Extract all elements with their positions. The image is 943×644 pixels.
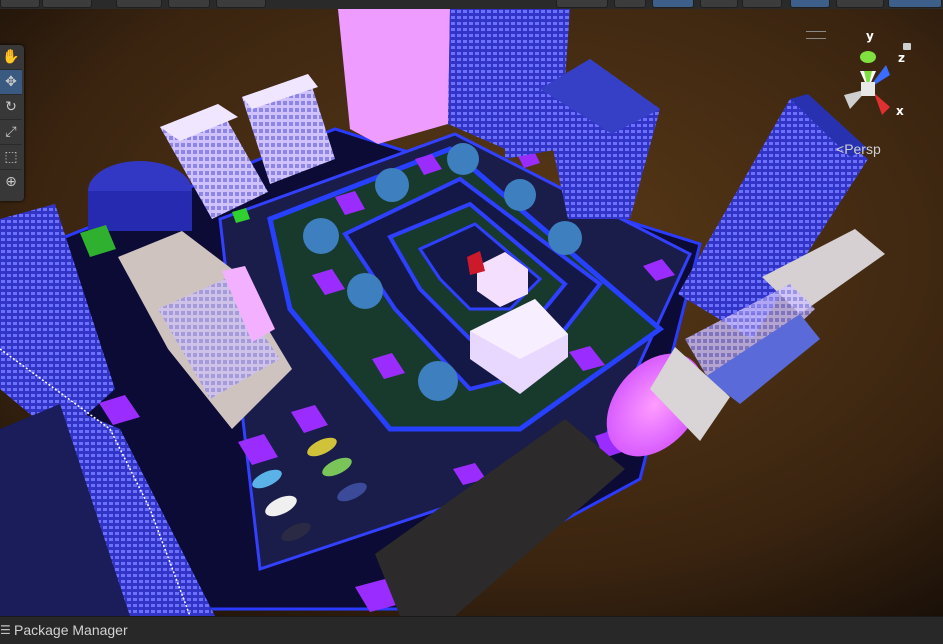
toolbar-button[interactable] xyxy=(652,0,694,8)
projection-label: Persp xyxy=(844,141,881,157)
scene-viewport[interactable]: ✋ ✥ ↻ ⤢ ⬚ ⊕ y z x <Persp xyxy=(0,9,943,616)
rect-tool-icon[interactable]: ⬚ xyxy=(0,145,22,170)
projection-icon: < xyxy=(836,141,845,157)
city-scene xyxy=(0,9,943,616)
toolbar-button[interactable] xyxy=(888,0,942,8)
scale-tool-icon[interactable]: ⤢ xyxy=(0,120,22,145)
toolbar-button[interactable] xyxy=(0,0,40,8)
toolbar-button[interactable] xyxy=(836,0,884,8)
tool-palette: ✋ ✥ ↻ ⤢ ⬚ ⊕ xyxy=(0,45,24,201)
hand-tool-icon[interactable]: ✋ xyxy=(0,45,22,70)
projection-toggle[interactable]: <Persp xyxy=(836,141,881,157)
overlay-drag-handle[interactable] xyxy=(806,31,826,39)
package-manager-icon: ☰ xyxy=(0,623,11,637)
axis-x-label: x xyxy=(896,104,904,118)
axis-z-label: z xyxy=(898,51,905,65)
tower-pink xyxy=(338,9,450,144)
toolbar-button[interactable] xyxy=(168,0,210,8)
package-manager-tab[interactable]: Package Manager xyxy=(14,622,128,638)
toolbar-button[interactable] xyxy=(790,0,830,8)
toolbar-button[interactable] xyxy=(42,0,92,8)
status-bar: ☰ Package Manager xyxy=(0,616,943,644)
toolbar-button[interactable] xyxy=(556,0,608,8)
orientation-gizmo[interactable] xyxy=(828,35,908,135)
toolbar-button[interactable] xyxy=(742,0,782,8)
toolbar-button[interactable] xyxy=(216,0,266,8)
axis-y-label: y xyxy=(866,29,874,43)
move-tool-icon[interactable]: ✥ xyxy=(0,70,22,95)
toolbar-button[interactable] xyxy=(116,0,162,8)
rotate-tool-icon[interactable]: ↻ xyxy=(0,95,22,120)
scene-toolbar xyxy=(0,0,943,9)
toolbar-button[interactable] xyxy=(700,0,738,8)
toolbar-button[interactable] xyxy=(614,0,646,8)
transform-tool-icon[interactable]: ⊕ xyxy=(0,170,22,194)
